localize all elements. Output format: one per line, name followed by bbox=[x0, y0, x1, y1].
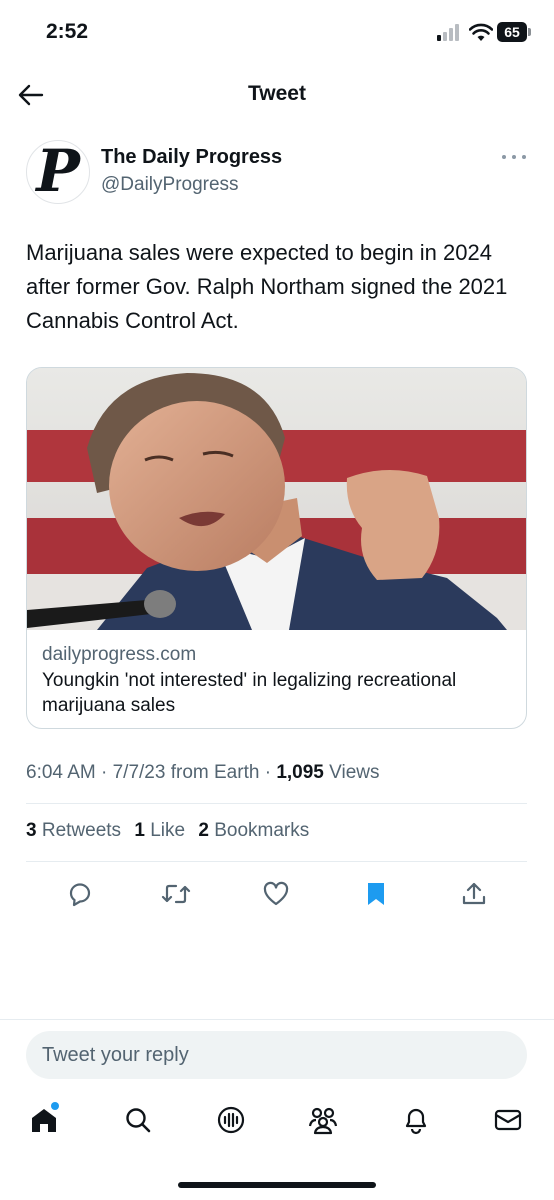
share-icon bbox=[462, 882, 486, 905]
avatar[interactable]: P bbox=[26, 140, 90, 204]
top-bar: Tweet bbox=[0, 70, 554, 120]
reply-icon bbox=[69, 883, 91, 907]
tweet-stats: 3 Retweets 1 Like 2 Bookmarks bbox=[26, 820, 317, 842]
views-count: 1,095 bbox=[276, 762, 324, 783]
meta-separator: · bbox=[264, 762, 272, 783]
avatar-logo: P bbox=[36, 140, 80, 204]
likes-stat[interactable]: 1 Like bbox=[134, 820, 185, 841]
divider bbox=[26, 861, 527, 862]
notification-dot bbox=[51, 1102, 59, 1110]
retweets-count: 3 bbox=[26, 820, 37, 841]
author-name[interactable]: The Daily Progress bbox=[101, 146, 282, 169]
notifications-icon bbox=[405, 1108, 427, 1135]
cellular-signal-icon bbox=[437, 23, 463, 41]
bookmarks-stat[interactable]: 2 Bookmarks bbox=[198, 820, 309, 841]
link-preview-card[interactable]: dailyprogress.com Youngkin 'not interest… bbox=[26, 367, 527, 729]
tweet-author: P The Daily Progress @DailyProgress bbox=[26, 140, 528, 204]
search-icon bbox=[126, 1108, 151, 1133]
retweet-icon bbox=[161, 884, 191, 904]
tweet-meta: 6:04 AM · 7/7/23 from Earth · 1,095 View… bbox=[26, 762, 379, 784]
retweets-label: Retweets bbox=[41, 820, 122, 841]
bookmarks-count: 2 bbox=[198, 820, 209, 841]
tab-home[interactable] bbox=[24, 1100, 64, 1140]
battery-icon: 65 bbox=[497, 22, 531, 42]
share-button[interactable] bbox=[454, 874, 494, 914]
retweets-stat[interactable]: 3 Retweets bbox=[26, 820, 121, 841]
tab-communities[interactable] bbox=[303, 1100, 343, 1140]
messages-icon bbox=[494, 1109, 522, 1131]
tab-notifications[interactable] bbox=[396, 1100, 436, 1140]
card-domain: dailyprogress.com bbox=[42, 644, 197, 665]
tweet-text: Marijuana sales were expected to begin i… bbox=[26, 240, 508, 333]
tweet-date[interactable]: 7/7/23 bbox=[113, 762, 166, 783]
author-handle: @DailyProgress bbox=[101, 174, 239, 195]
likes-label: Like bbox=[150, 820, 186, 841]
bookmarks-label: Bookmarks bbox=[214, 820, 310, 841]
page-title: Tweet bbox=[248, 82, 306, 105]
status-bar: 2:52 65 bbox=[0, 0, 554, 66]
retweet-button[interactable] bbox=[156, 874, 196, 914]
home-indicator bbox=[178, 1182, 376, 1188]
card-image bbox=[27, 368, 526, 630]
bottom-tab-bar bbox=[0, 1100, 554, 1146]
status-time: 2:52 bbox=[46, 20, 89, 43]
views-label: Views bbox=[329, 762, 380, 783]
divider bbox=[26, 803, 527, 804]
reply-button[interactable] bbox=[60, 874, 100, 914]
likes-count: 1 bbox=[134, 820, 145, 841]
tweet-action-bar bbox=[26, 874, 527, 914]
tweet-source: from Earth bbox=[170, 762, 260, 783]
tweet-time[interactable]: 6:04 AM bbox=[26, 762, 96, 783]
spaces-icon bbox=[217, 1106, 245, 1134]
tab-spaces[interactable] bbox=[211, 1100, 251, 1140]
reply-input[interactable] bbox=[42, 1031, 512, 1079]
more-options-icon[interactable] bbox=[502, 148, 526, 166]
bookmark-icon bbox=[368, 883, 384, 905]
wifi-icon bbox=[468, 22, 494, 42]
tab-search[interactable] bbox=[118, 1100, 158, 1140]
reply-box bbox=[26, 1031, 527, 1079]
like-button[interactable] bbox=[256, 874, 296, 914]
divider bbox=[0, 1019, 554, 1020]
card-title: Youngkin 'not interested' in legalizing … bbox=[42, 670, 457, 716]
home-icon bbox=[32, 1109, 56, 1132]
communities-icon bbox=[308, 1107, 338, 1135]
like-icon bbox=[263, 881, 289, 906]
bookmark-button[interactable] bbox=[356, 874, 396, 914]
tab-messages[interactable] bbox=[488, 1100, 528, 1140]
meta-separator: · bbox=[101, 762, 108, 783]
